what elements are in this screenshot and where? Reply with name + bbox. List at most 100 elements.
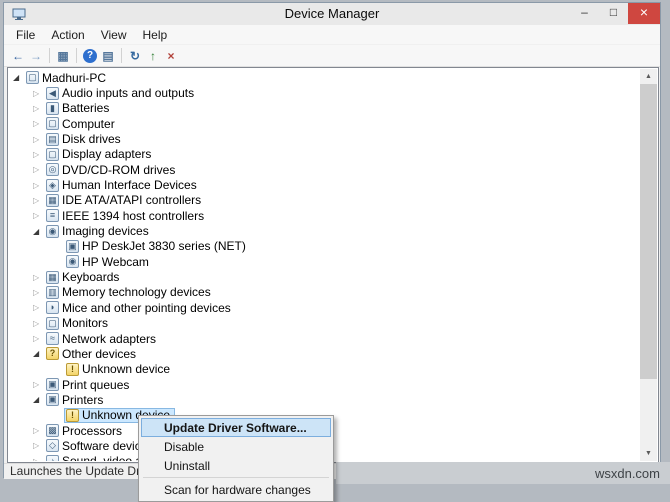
tree-item-label: Display adapters <box>59 147 154 161</box>
forward-icon[interactable]: → <box>27 47 45 65</box>
display-icon: ▢ <box>46 148 59 161</box>
item-content: ▥Memory technology devices <box>44 285 216 300</box>
tree-item-label: Batteries <box>59 101 112 115</box>
expand-icon[interactable]: ▷ <box>33 319 44 328</box>
expand-icon[interactable]: ▷ <box>33 104 44 113</box>
expand-icon[interactable]: ▷ <box>33 441 44 450</box>
scroll-down-icon[interactable]: ▼ <box>640 446 657 461</box>
maximize-button[interactable]: □ <box>599 3 628 24</box>
tree-item-batteries[interactable]: ▷▮Batteries <box>9 101 640 116</box>
expand-icon[interactable]: ▷ <box>33 135 44 144</box>
expand-icon[interactable]: ▷ <box>33 457 44 461</box>
minimize-button[interactable]: – <box>570 3 599 24</box>
expand-icon[interactable]: ▷ <box>33 380 44 389</box>
tree-item-ide-ata-atapi-controllers[interactable]: ▷▦IDE ATA/ATAPI controllers <box>9 193 640 208</box>
tree-item-unknown-device[interactable]: !Unknown device <box>9 362 640 377</box>
collapse-icon[interactable]: ◢ <box>33 227 44 236</box>
context-menu-item-update-driver-software[interactable]: Update Driver Software... <box>141 418 331 437</box>
tree-item-imaging-devices[interactable]: ◢◉Imaging devices <box>9 223 640 238</box>
watermark-text: wsxdn.com <box>595 466 660 481</box>
tree-item-label: Computer <box>59 117 118 131</box>
menu-view[interactable]: View <box>93 25 135 45</box>
expand-icon[interactable]: ▷ <box>33 288 44 297</box>
tree-item-human-interface-devices[interactable]: ▷◈Human Interface Devices <box>9 177 640 192</box>
tree-item-label: Unknown device <box>79 362 173 376</box>
camera-icon: ◉ <box>66 255 79 268</box>
dvd-icon: ◎ <box>46 163 59 176</box>
tree-item-label: Imaging devices <box>59 224 152 238</box>
collapse-icon[interactable]: ◢ <box>33 395 44 404</box>
uninstall-device-icon[interactable]: × <box>162 47 180 65</box>
ieee1394-icon: ≡ <box>46 209 59 222</box>
item-content: ▤Disk drives <box>44 132 126 147</box>
imaging-icon: ◉ <box>46 225 59 238</box>
tree-item-label: Madhuri-PC <box>39 71 109 85</box>
collapse-icon[interactable]: ◢ <box>13 73 24 82</box>
printer-icon: ▣ <box>66 240 79 253</box>
expand-icon[interactable]: ▷ <box>33 426 44 435</box>
tree-item-hp-webcam[interactable]: ◉HP Webcam <box>9 254 640 269</box>
scroll-up-icon[interactable]: ▲ <box>640 69 657 84</box>
expand-icon[interactable]: ▷ <box>33 119 44 128</box>
tree-item-audio-inputs-and-outputs[interactable]: ▷◀Audio inputs and outputs <box>9 85 640 100</box>
item-content: ▮Batteries <box>44 101 114 116</box>
printer-icon: ▣ <box>46 393 59 406</box>
tree-item-network-adapters[interactable]: ▷≈Network adapters <box>9 331 640 346</box>
tree-item-label: Human Interface Devices <box>59 178 200 192</box>
menu-help[interactable]: Help <box>135 25 176 45</box>
collapse-icon[interactable]: ◢ <box>33 349 44 358</box>
show-console-tree-icon[interactable]: ▦ <box>54 47 72 65</box>
expand-icon[interactable]: ▷ <box>33 181 44 190</box>
expand-icon[interactable]: ▷ <box>33 273 44 282</box>
tree-item-disk-drives[interactable]: ▷▤Disk drives <box>9 131 640 146</box>
tree-item-other-devices[interactable]: ◢?Other devices <box>9 346 640 361</box>
tree-item-mice-and-other-pointing-devices[interactable]: ▷◗Mice and other pointing devices <box>9 300 640 315</box>
expand-icon[interactable]: ▷ <box>33 196 44 205</box>
expand-icon[interactable]: ▷ <box>33 150 44 159</box>
tree-item-computer[interactable]: ▷▢Computer <box>9 116 640 131</box>
menu-action[interactable]: Action <box>43 25 92 45</box>
menu-file[interactable]: File <box>8 25 43 45</box>
item-content: !Unknown device <box>64 362 175 377</box>
item-content: ▣Print queues <box>44 377 134 392</box>
context-menu-item-scan-for-hardware-changes[interactable]: Scan for hardware changes <box>141 480 331 499</box>
tree-item-hp-deskjet-3830-series-net[interactable]: ▣HP DeskJet 3830 series (NET) <box>9 239 640 254</box>
context-menu-item-uninstall[interactable]: Uninstall <box>141 456 331 475</box>
export-list-icon[interactable]: ▤ <box>99 47 117 65</box>
tree-item-label: Keyboards <box>59 270 122 284</box>
item-content: ▢Computer <box>44 116 120 131</box>
tree-item-madhuri-pc[interactable]: ◢▢Madhuri-PC <box>9 70 640 85</box>
expand-icon[interactable]: ▷ <box>33 165 44 174</box>
tree-item-label: Mice and other pointing devices <box>59 301 234 315</box>
tree-item-printers[interactable]: ◢▣Printers <box>9 392 640 407</box>
tree-item-print-queues[interactable]: ▷▣Print queues <box>9 377 640 392</box>
tree-item-keyboards[interactable]: ▷▦Keyboards <box>9 269 640 284</box>
tree-item-monitors[interactable]: ▷▢Monitors <box>9 316 640 331</box>
context-menu-item-disable[interactable]: Disable <box>141 437 331 456</box>
tree-item-dvd-cd-rom-drives[interactable]: ▷◎DVD/CD-ROM drives <box>9 162 640 177</box>
watermark-strip: wsxdn.com <box>336 462 670 484</box>
item-content: ▦Keyboards <box>44 270 124 285</box>
expand-icon[interactable]: ▷ <box>33 303 44 312</box>
item-content: ▢Monitors <box>44 316 113 331</box>
item-content: ▣HP DeskJet 3830 series (NET) <box>64 239 251 254</box>
cpu-icon: ▩ <box>46 424 59 437</box>
vertical-scrollbar[interactable]: ▲ ▼ <box>640 69 657 461</box>
toolbar-separator <box>121 48 122 63</box>
update-driver-software-icon[interactable]: ↑ <box>144 47 162 65</box>
scan-hardware-changes-icon[interactable]: ↻ <box>126 47 144 65</box>
scrollbar-thumb[interactable] <box>640 84 657 379</box>
expand-icon[interactable]: ▷ <box>33 334 44 343</box>
help-icon[interactable]: ? <box>83 49 97 63</box>
printer-icon: ▣ <box>46 378 59 391</box>
tree-item-ieee-1394-host-controllers[interactable]: ▷≡IEEE 1394 host controllers <box>9 208 640 223</box>
expand-icon[interactable]: ▷ <box>33 89 44 98</box>
unknown-icon: ? <box>46 347 59 360</box>
tree-item-memory-technology-devices[interactable]: ▷▥Memory technology devices <box>9 285 640 300</box>
sound-icon: ♪ <box>46 455 59 461</box>
back-icon[interactable]: ← <box>9 47 27 65</box>
item-content: ◗Mice and other pointing devices <box>44 300 236 315</box>
tree-item-display-adapters[interactable]: ▷▢Display adapters <box>9 147 640 162</box>
close-button[interactable]: × <box>628 3 660 24</box>
expand-icon[interactable]: ▷ <box>33 211 44 220</box>
